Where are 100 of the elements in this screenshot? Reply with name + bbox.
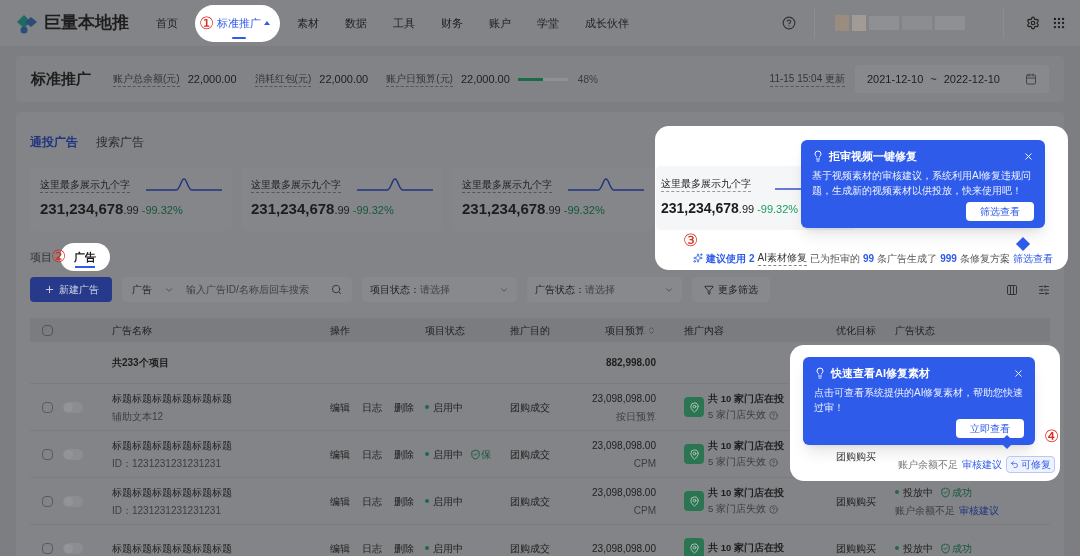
checkbox[interactable] [42,324,53,336]
budget-amount: 23,098,098.00 [592,485,656,500]
column-header: 项目预算 [605,323,645,338]
step-number: ③ [683,232,698,249]
metric-change: -99.32% [563,203,605,218]
row-action-link[interactable]: 删除 [394,540,414,556]
ad-title[interactable]: 标题标题标题标题标题标题 [112,390,330,406]
budget-reading: 48% [577,72,598,87]
invalid-store-count: 5 家门店失效 [708,455,766,469]
settings-icon[interactable] [1026,16,1040,30]
new-ad-button[interactable]: 新建广告 [30,277,112,302]
help-icon[interactable] [782,16,796,30]
hint-text: 99 [863,251,875,266]
promotion-purpose: 团购成交 [510,542,550,554]
popover-text: 点击可查看系统提供的AI修复素材，帮助您快速过审！ [814,385,1024,415]
column-header: 操作 [330,323,350,338]
project-status: 启用中 [433,494,463,509]
metric-label: 这里最多展示九个字 [661,176,751,192]
metric-label: 这里最多展示九个字 [251,177,341,193]
ad-title[interactable]: 标题标题标题标题标题标题 [112,437,330,453]
calendar-icon [1025,73,1037,85]
row-action-link[interactable]: 日志 [362,399,382,415]
store-count: 共 10 家门店在投 [708,391,784,406]
sliders-icon[interactable] [1038,283,1050,296]
nav-tab[interactable]: 成长伙伴 [572,14,642,32]
budget-amount: 23,098,098.00 [592,541,656,556]
filter-view-link[interactable]: 筛选查看 [1012,250,1053,266]
nav-tab[interactable]: 学堂 [524,14,572,32]
row-action-link[interactable]: 日志 [362,540,382,556]
review-advice-link[interactable]: 审核建议 [959,502,999,518]
stat-label: 账户日预算(元) [386,71,453,87]
hint-text: AI素材修复 [757,250,807,266]
info-icon[interactable] [768,410,778,420]
columns-icon[interactable] [1006,283,1018,296]
store-icon [684,444,704,464]
info-icon[interactable] [768,504,778,514]
date-range-field[interactable]: 2021-12-10 ~ 2022-12-10 [855,65,1049,93]
search-icon [331,284,342,295]
page-title: 标准推广 [31,68,91,89]
ad-title[interactable]: 标题标题标题标题标题标题 [112,540,330,556]
store-count: 共 10 家门店在投 [708,438,784,453]
nav-tab[interactable]: 素材 [284,14,332,32]
level-tab[interactable]: 项目 [30,248,52,266]
success-badge: 成功 [940,484,972,500]
lightbulb-icon [814,367,826,380]
ad-search-field[interactable]: 广告 输入广告ID/名称后回车搜索 [122,277,352,302]
promotion-purpose: 团购成交 [510,401,550,413]
more-filters-button[interactable]: 更多筛选 [692,277,770,302]
metric-change: -99.32% [757,202,799,217]
channel-tab[interactable]: 通投广告 [30,133,78,151]
checkbox[interactable] [42,401,53,413]
popover-title: 拒审视频一键修复 [829,149,917,164]
close-icon[interactable] [1023,150,1034,162]
row-action-link[interactable]: 日志 [362,446,382,462]
info-icon[interactable] [768,457,778,467]
close-icon[interactable] [1013,367,1024,379]
checkbox[interactable] [42,542,53,554]
metric-change: -99.32% [352,203,394,218]
invalid-store-count: 5 家门店失效 [708,502,766,516]
optimization-goal: 团购购买 [836,495,876,507]
popover-button[interactable]: 立即查看 [956,418,1024,438]
row-action-link[interactable]: 日志 [362,493,382,509]
row-action-link[interactable]: 删除 [394,399,414,415]
hint-text: 999 [940,251,957,266]
metric-value: 231,234,678.99 [462,199,561,219]
nav-tab[interactable]: 工具 [380,14,428,32]
sort-icon[interactable] [647,325,656,335]
popover-title: 快速查看AI修复素材 [831,366,930,381]
apps-grid-icon[interactable] [1052,16,1066,30]
channel-tab[interactable]: 搜索广告 [96,133,144,151]
metric-value: 231,234,678.99 [251,199,350,219]
metric-value: 231,234,678.99 [661,199,755,218]
blurred-account[interactable] [814,8,1004,38]
status-filter[interactable]: 项目状态：请选择 [362,277,517,302]
promotion-purpose: 团购成交 [510,495,550,507]
nav-tab[interactable]: 账户 [476,14,524,32]
caret-icon [264,21,270,25]
row-action-link[interactable]: 编辑 [330,493,350,509]
review-advice-link[interactable]: 审核建议 [962,457,1002,472]
row-action-link[interactable]: 编辑 [330,540,350,556]
nav-tab[interactable]: 数据 [332,14,380,32]
row-action-link[interactable]: 编辑 [330,399,350,415]
budget-amount: 23,098,098.00 [592,391,656,406]
popover-button[interactable]: 筛选查看 [966,201,1034,221]
status-filter[interactable]: 广告状态：请选择 [527,277,682,302]
row-action-link[interactable]: 编辑 [330,446,350,462]
step-number: ① [199,14,214,32]
row-action-link[interactable]: 删除 [394,493,414,509]
hint-text: 条修复方案 [959,251,1010,266]
ad-status: 投放中 [903,541,933,556]
row-action-link[interactable]: 删除 [394,446,414,462]
stat-value: 22,000.00 [460,71,510,87]
ad-title[interactable]: 标题标题标题标题标题标题 [112,484,330,500]
checkbox[interactable] [42,495,53,507]
nav-tab[interactable]: 财务 [428,14,476,32]
nav-tab[interactable]: 首页 [143,14,191,32]
popover-text: 基于视频素材的审核建议，系统利用AI修复违规问题，生成新的视频素材以供投放，快来使用吧！ [812,168,1033,198]
checkbox[interactable] [42,448,53,460]
repair-tag[interactable]: 可修复 [1006,456,1055,473]
plus-icon [43,284,55,295]
